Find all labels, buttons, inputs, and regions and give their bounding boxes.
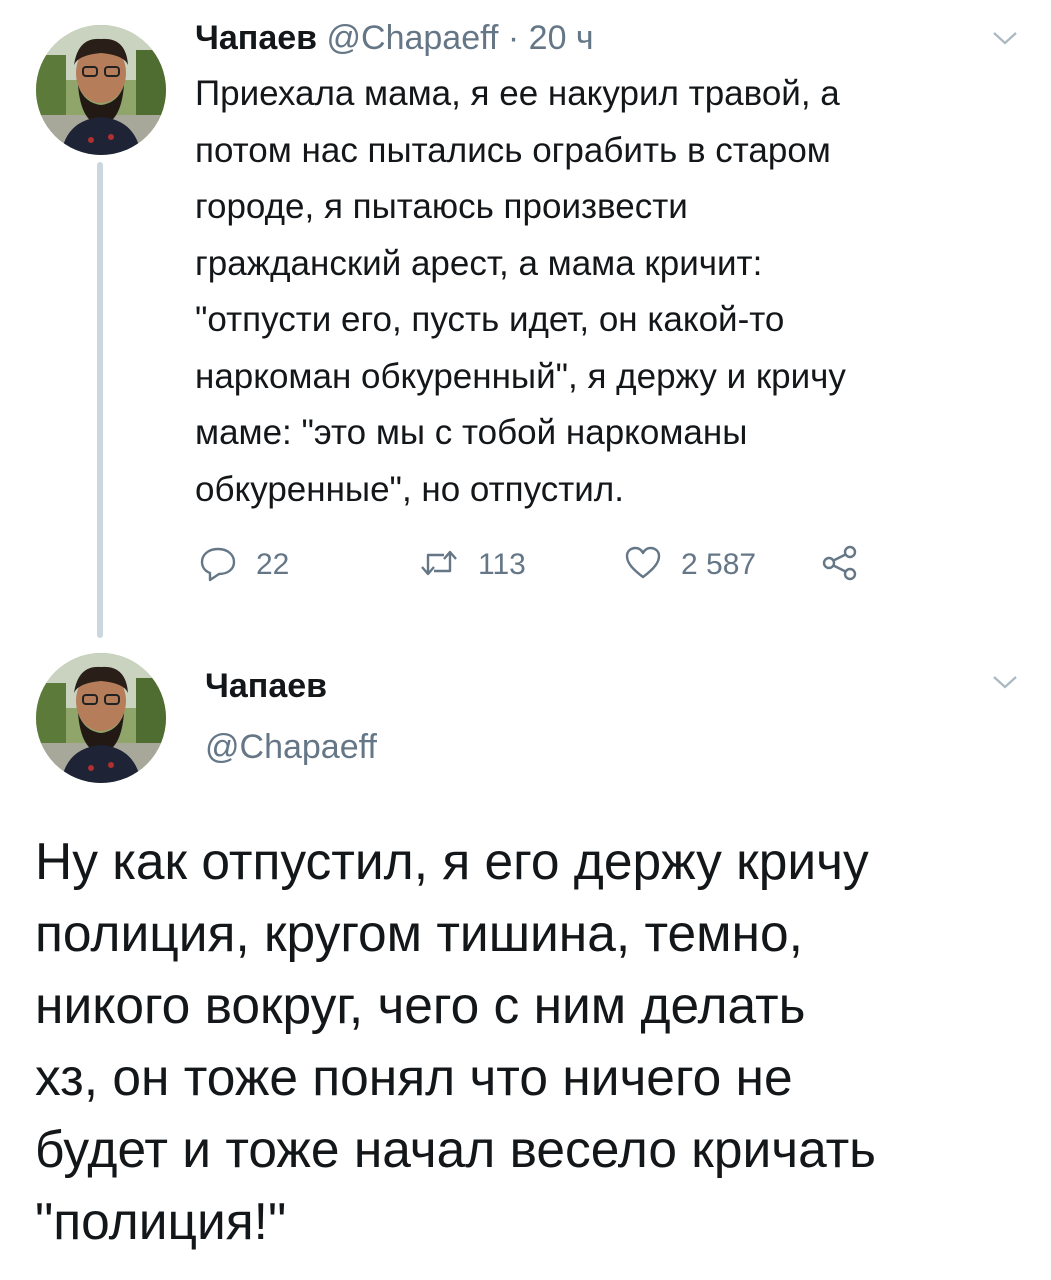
- tweet-text: Ну как отпустил, я его держу кричу полиц…: [35, 832, 876, 1250]
- heart-icon: [623, 543, 663, 588]
- share-button[interactable]: [820, 540, 860, 590]
- user-handle[interactable]: @Chapaeff: [327, 19, 499, 57]
- avatar[interactable]: [36, 653, 166, 783]
- tweet-text: Приехала мама, я ее накурил травой, а по…: [195, 74, 846, 509]
- chevron-down-icon[interactable]: [990, 28, 1020, 48]
- share-icon: [820, 543, 860, 588]
- user-handle[interactable]: @Chapaeff: [205, 725, 377, 769]
- like-count: 2 587: [681, 548, 757, 581]
- chevron-down-icon[interactable]: [990, 672, 1020, 692]
- separator: ·: [507, 19, 520, 57]
- display-name[interactable]: Чапаев: [195, 19, 317, 57]
- reply-icon: [198, 543, 238, 588]
- like-button[interactable]: 2 587: [623, 540, 756, 590]
- tweet-header: Чапаев @Chapaeff · 20 ч: [195, 16, 594, 60]
- avatar[interactable]: [36, 25, 166, 155]
- timestamp[interactable]: 20 ч: [529, 19, 594, 57]
- tweet-actions: 22 113 2 587: [0, 540, 1051, 590]
- reply-count: 22: [256, 548, 290, 581]
- retweet-icon: [418, 543, 460, 588]
- retweet-count: 113: [478, 548, 526, 581]
- reply-button[interactable]: 22: [198, 540, 289, 590]
- display-name[interactable]: Чапаев: [205, 664, 327, 708]
- retweet-button[interactable]: 113: [418, 540, 526, 590]
